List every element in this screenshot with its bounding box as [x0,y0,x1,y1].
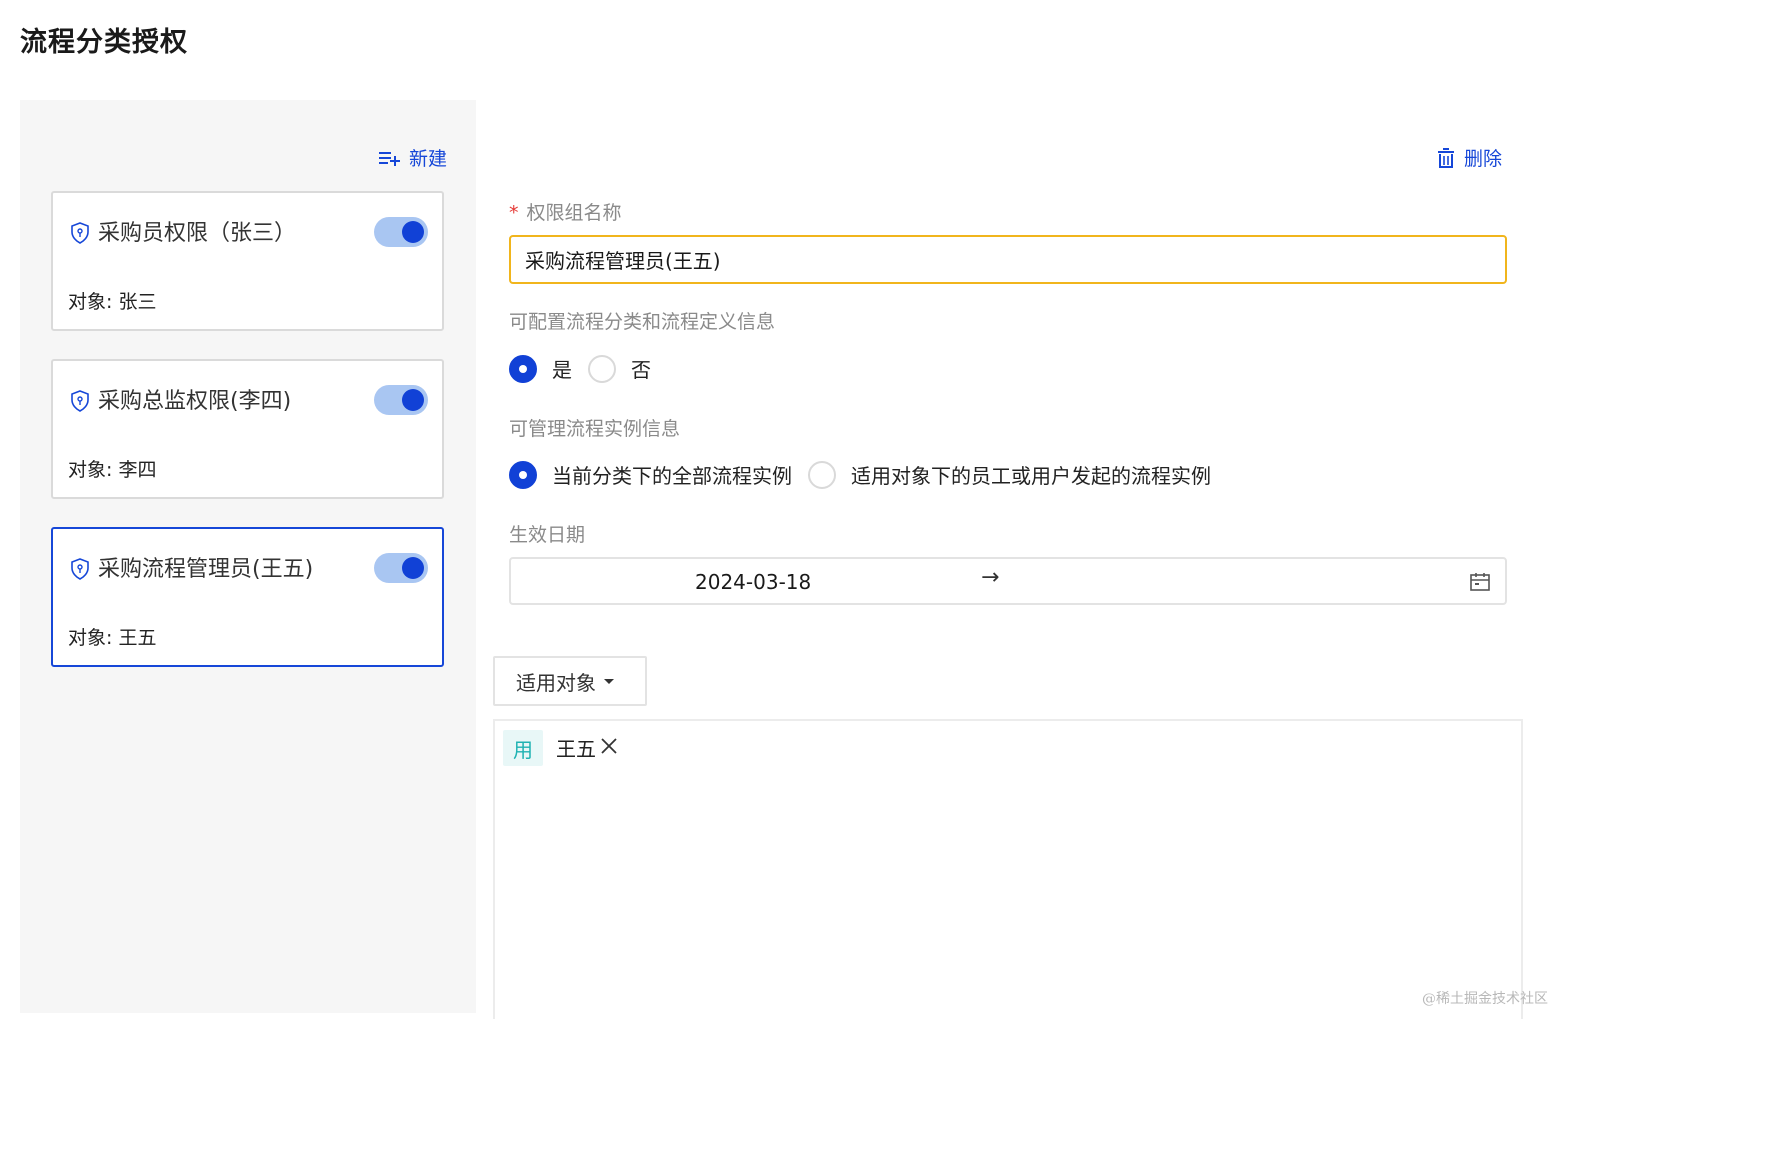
group-name: 采购流程管理员(王五) [98,557,314,582]
manage-option-initiated[interactable]: 适用对象下的员工或用户发起的流程实例 [808,460,1211,489]
target-tag-name: 王五 [556,737,596,761]
group-target: 对象: 李四 [68,459,157,481]
caret-down-icon [604,678,614,684]
group-name-input[interactable] [509,235,1507,284]
toggle-knob [402,389,424,411]
close-icon[interactable] [600,737,618,755]
date-start-input[interactable]: 2024-03-18 [695,570,811,594]
group-enable-toggle[interactable] [374,385,428,415]
group-target: 对象: 王五 [68,627,157,649]
watermark: @稀土掘金技术社区 [1422,991,1548,1007]
config-option-yes-label: 是 [552,358,572,382]
radio-checked-icon [509,460,537,489]
new-group-label: 新建 [408,148,447,170]
radio-unchecked-icon [588,354,616,383]
target-tag-area: 用 王五 [493,719,1523,1019]
manage-option-all[interactable]: 当前分类下的全部流程实例 [509,460,792,489]
manage-option-all-label: 当前分类下的全部流程实例 [552,464,792,488]
radio-unchecked-icon [808,460,836,489]
page-title: 流程分类授权 [20,27,188,58]
effective-date-range-picker[interactable]: 2024-03-18 → [509,557,1507,605]
config-label: 可配置流程分类和流程定义信息 [509,311,776,333]
effective-date-label: 生效日期 [509,524,586,546]
delete-group-button[interactable]: 删除 [1436,144,1502,171]
group-enable-toggle[interactable] [374,553,428,583]
user-type-badge: 用 [503,730,543,766]
date-range-arrow: → [981,565,1000,590]
toggle-knob [402,557,424,579]
calendar-icon[interactable] [1469,571,1491,593]
delete-label: 删除 [1464,148,1503,170]
config-option-no[interactable]: 否 [588,354,651,383]
group-enable-toggle[interactable] [374,217,428,247]
group-card[interactable]: 采购总监权限(李四) 对象: 李四 [51,359,444,499]
manage-label: 可管理流程实例信息 [509,418,681,440]
config-option-no-label: 否 [631,358,651,382]
shield-icon [71,390,89,412]
shield-icon [71,222,89,244]
config-option-yes[interactable]: 是 [509,354,572,383]
group-target: 对象: 张三 [68,291,157,313]
permission-group-sidebar: 新建 采购员权限（张三） 对象: 张三 采购总监权限(李四) 对象: 李四 采购… [20,100,476,1013]
new-group-button[interactable]: 新建 [378,144,447,171]
trash-icon [1438,147,1454,168]
config-radio-group: 是 否 [509,354,667,383]
group-name-label-text: 权限组名称 [526,202,622,224]
add-list-icon [378,151,400,166]
manage-option-initiated-label: 适用对象下的员工或用户发起的流程实例 [851,464,1211,488]
manage-radio-group: 当前分类下的全部流程实例 适用对象下的员工或用户发起的流程实例 [509,460,1227,489]
shield-icon [71,558,89,580]
required-mark: * [509,202,519,224]
radio-checked-icon [509,354,537,383]
group-name: 采购总监权限(李四) [98,389,292,414]
toggle-knob [402,221,424,243]
group-card[interactable]: 采购员权限（张三） 对象: 张三 [51,191,444,331]
target-type-dropdown[interactable]: 适用对象 [493,656,647,706]
target-type-dropdown-label: 适用对象 [516,670,596,695]
group-name-label: * 权限组名称 [509,198,622,225]
group-card-selected[interactable]: 采购流程管理员(王五) 对象: 王五 [51,527,444,667]
group-name: 采购员权限（张三） [98,221,297,246]
